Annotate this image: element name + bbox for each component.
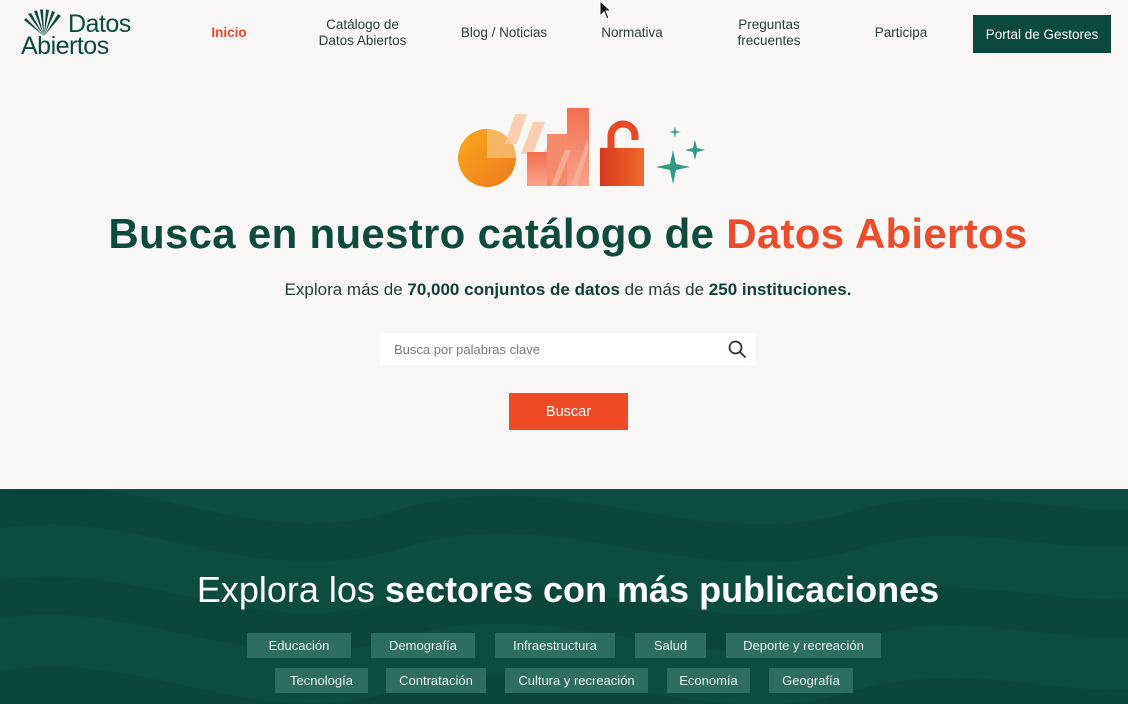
nav-preguntas-frecuentes[interactable]: Preguntas frecuentes [720, 0, 818, 66]
hero-sub-text-1: Explora más de [284, 280, 408, 299]
nav-blog-noticias[interactable]: Blog / Noticias [452, 0, 556, 66]
datos-abiertos-logo[interactable]: Datos Abiertos [20, 8, 150, 60]
hero-sub-text-2: de más de [619, 280, 709, 299]
nav-blog-label: Blog / Noticias [460, 25, 548, 40]
sparkle-icons [656, 126, 705, 184]
sector-chip-deporte-recreacion[interactable]: Deporte y recreación [726, 633, 881, 658]
search-icon[interactable] [727, 339, 747, 359]
sector-chip-demografia[interactable]: Demografía [371, 633, 475, 658]
sector-chip-cultura-recreacion[interactable]: Cultura y recreación [505, 668, 648, 693]
hero-title-text: Busca en nuestro catálogo de [108, 210, 727, 257]
nav-preguntas-label-1: Preguntas [738, 17, 800, 32]
hero-sub-datasets-count: 70,000 conjuntos de datos [407, 280, 620, 299]
sectors-section: Explora los sectores con más publicacion… [0, 489, 1128, 704]
site-header: Datos Abiertos Inicio Catálogo de Datos … [0, 0, 1128, 70]
nav-participa[interactable]: Participa [866, 0, 936, 66]
sector-chip-economia[interactable]: Economía [667, 668, 750, 693]
nav-inicio-label: Inicio [211, 25, 247, 40]
sector-chip-salud[interactable]: Salud [635, 633, 706, 658]
mouse-cursor-icon [599, 0, 613, 20]
search-input[interactable] [380, 334, 710, 364]
search-box [380, 333, 755, 365]
nav-preguntas-label-2: frecuentes [737, 33, 801, 48]
logo-text-abiertos: Abiertos [21, 32, 109, 60]
sectors-title-light: Explora los [196, 569, 385, 610]
nav-catalogo[interactable]: Catálogo de Datos Abiertos [305, 0, 420, 66]
sectors-title-bold: sectores con más publicaciones [384, 569, 940, 610]
nav-normativa-label: Normativa [601, 25, 663, 40]
portal-gestores-button[interactable]: Portal de Gestores [973, 15, 1111, 53]
nav-catalogo-label-1: Catálogo de [326, 17, 399, 32]
sector-chip-contratacion[interactable]: Contratación [386, 668, 486, 693]
sector-chip-educacion[interactable]: Educación [247, 633, 351, 658]
sector-chip-infraestructura[interactable]: Infraestructura [495, 633, 615, 658]
nav-inicio[interactable]: Inicio [200, 0, 258, 66]
sectors-title: Explora los sectores con más publicacion… [0, 569, 1128, 611]
hero-title-accent: Datos Abiertos [726, 210, 1028, 257]
bar-shape-1 [527, 152, 549, 186]
hero-sub-institutions-count: 250 instituciones. [708, 280, 852, 299]
sector-chip-geografia[interactable]: Geografía [769, 668, 853, 693]
unlock-icon [600, 148, 644, 186]
lock-shackle [607, 120, 639, 148]
sector-chip-tecnologia[interactable]: Tecnología [275, 668, 368, 693]
hero-title: Busca en nuestro catálogo de Datos Abier… [0, 210, 1128, 258]
nav-catalogo-label-2: Datos Abiertos [318, 33, 407, 48]
hero-subtitle: Explora más de 70,000 conjuntos de datos… [0, 280, 1128, 300]
open-data-illustration [458, 108, 705, 187]
nav-participa-label: Participa [874, 25, 928, 40]
buscar-button[interactable]: Buscar [509, 393, 628, 430]
